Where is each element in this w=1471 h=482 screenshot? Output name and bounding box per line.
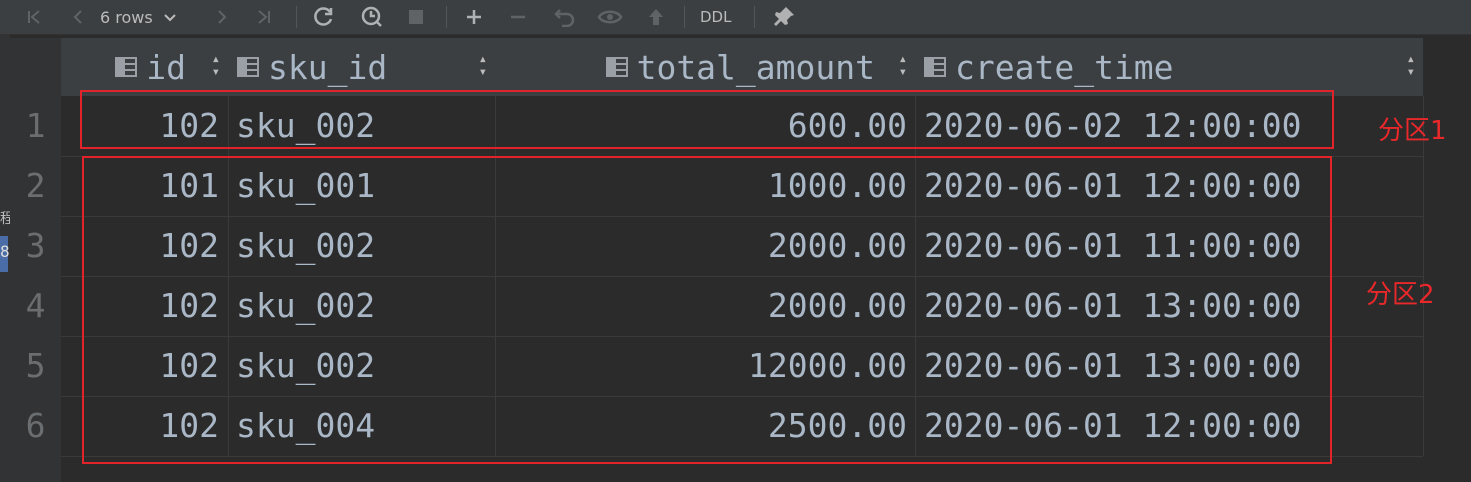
stop-icon[interactable] <box>404 0 428 34</box>
column-header-label: create_time <box>955 47 1174 87</box>
result-toolbar: 6 rows DDL <box>0 0 1471 35</box>
row-number: 1 <box>25 106 46 145</box>
partition-2-highlight-box <box>82 156 1332 464</box>
column-table-icon <box>923 48 949 87</box>
column-header-total-amount[interactable]: total_amount ▴ ▾ <box>495 38 916 96</box>
toolbar-divider <box>684 6 685 28</box>
column-header-sku-id[interactable]: sku_id ▴ ▾ <box>228 38 496 96</box>
revert-icon[interactable] <box>552 0 578 34</box>
side-strip-marker-glyph: 8 <box>0 242 10 261</box>
previous-page-icon[interactable] <box>66 0 90 34</box>
sort-toggle-icon[interactable]: ▴ ▾ <box>1407 52 1415 79</box>
partition-1-annotation: 分区1 <box>1378 116 1447 146</box>
side-strip-glyph: 程 <box>0 211 10 227</box>
column-table-icon <box>236 48 262 87</box>
pin-icon[interactable] <box>770 0 798 34</box>
partition-2-annotation: 分区2 <box>1366 280 1435 310</box>
history-clock-icon[interactable] <box>358 0 386 34</box>
row-count-label: 6 rows <box>100 7 153 27</box>
preview-eye-icon[interactable] <box>596 0 624 34</box>
add-row-icon[interactable] <box>462 0 486 34</box>
delete-row-icon[interactable] <box>506 0 530 34</box>
column-header-label: sku_id <box>268 47 388 87</box>
row-number: 4 <box>25 286 46 325</box>
reload-icon[interactable] <box>310 0 338 34</box>
submit-arrow-up-icon[interactable] <box>644 0 668 34</box>
column-table-icon <box>605 48 631 87</box>
partition-1-highlight-box <box>80 90 1334 149</box>
column-header-id[interactable]: id ▴ ▾ <box>61 38 229 96</box>
toolbar-divider <box>446 6 447 28</box>
column-header-create-time[interactable]: create_time ▴ ▾ <box>915 38 1424 96</box>
last-page-icon[interactable] <box>252 0 276 34</box>
first-page-icon[interactable] <box>22 0 46 34</box>
column-header-label: total_amount <box>636 47 875 87</box>
toolbar-divider <box>754 6 755 28</box>
column-table-icon <box>114 48 140 87</box>
toolbar-divider <box>296 6 297 28</box>
row-number: 6 <box>25 406 46 445</box>
sort-toggle-icon[interactable]: ▴ ▾ <box>899 52 907 79</box>
sort-toggle-icon[interactable]: ▴ ▾ <box>212 52 220 79</box>
column-header-label: id <box>146 47 186 87</box>
next-page-icon[interactable] <box>210 0 234 34</box>
sort-toggle-icon[interactable]: ▴ ▾ <box>479 52 487 79</box>
side-strip-marker: 8 <box>0 236 10 272</box>
ddl-button[interactable]: DDL <box>700 0 731 34</box>
row-count-selector[interactable]: 6 rows <box>100 0 177 34</box>
row-number: 2 <box>25 166 46 205</box>
chevron-down-icon <box>163 8 177 27</box>
row-number: 5 <box>25 346 46 385</box>
row-number: 3 <box>25 226 46 265</box>
